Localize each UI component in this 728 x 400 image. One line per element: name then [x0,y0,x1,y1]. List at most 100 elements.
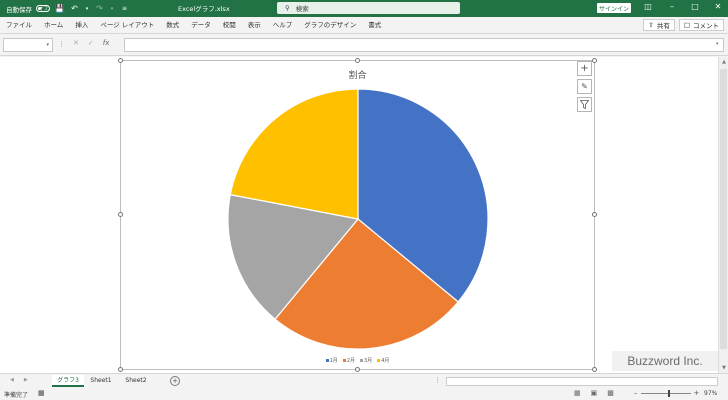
search-icon: ⚲ [285,4,290,12]
legend-item-3[interactable]: 3月 [360,357,372,364]
legend-item-4[interactable]: 4月 [377,357,389,364]
minimize-icon[interactable]: – [665,2,679,11]
status-bar: 準備完了 ▦ ▦ ▣ ▩ – + 97% [0,388,728,400]
chart-styles-button[interactable]: ✎ [577,79,592,94]
share-label: 共有 [656,22,670,30]
maximize-icon[interactable]: □ [688,2,702,11]
tab-formulas[interactable]: 数式 [160,17,185,34]
customize-quick-access-icon[interactable]: ≡ [119,5,130,12]
tab-review[interactable]: 校閲 [217,17,242,34]
search-box[interactable]: ⚲ 検索 [277,2,460,14]
chart-elements-button[interactable]: + [577,61,592,76]
resize-handle-left[interactable] [118,212,123,217]
close-icon[interactable]: ✕ [711,2,725,11]
name-box-dropdown-icon[interactable]: ▾ [46,42,49,48]
redo-dropdown-icon[interactable]: ▾ [109,6,115,12]
zoom-percent[interactable]: 97% [704,390,717,397]
tab-file[interactable]: ファイル [0,17,38,34]
chart-tools: + ✎ [577,61,592,112]
sheet-tab-sheet1[interactable]: Sheet1 [84,375,118,387]
legend-swatch [325,359,329,362]
resize-handle-bottom-left[interactable] [118,367,123,372]
vertical-scrollbar[interactable]: ▲ ▼ [718,57,728,373]
resize-handle-bottom-right[interactable] [592,367,597,372]
zoom-out-icon[interactable]: – [634,389,638,397]
sheet-tabs-bar: ◀ ▶ グラフ3 Sheet1 Sheet2 + ⋮ [0,373,728,388]
page-layout-view-icon[interactable]: ▣ [591,389,598,397]
title-bar: 自動保存 オフ 💾 ↶ ▾ ↷ ▾ ≡ Excelグラフ.xlsx ⚲ 検索 サ… [0,0,728,17]
scroll-down-icon[interactable]: ▼ [720,365,728,371]
cancel-icon[interactable]: ✕ [73,39,79,47]
resize-handle-top[interactable] [355,58,360,63]
tab-format[interactable]: 書式 [362,17,387,34]
legend-label: 3月 [364,358,373,364]
vertical-scroll-thumb[interactable] [720,69,727,349]
legend-item-1[interactable]: 1月 [325,357,338,364]
legend-swatch [342,359,346,362]
tab-help[interactable]: ヘルプ [267,17,299,34]
formula-bar: ▾ ⋮ ✕ ✓ fx ▾ [0,34,728,56]
add-sheet-button[interactable]: + [170,376,180,386]
comment-label: コメント [693,22,719,30]
sheet-tab-chart3[interactable]: グラフ3 [52,375,84,387]
resize-handle-top-right[interactable] [592,58,597,63]
signin-button[interactable]: サインイン [597,3,631,13]
formula-input[interactable] [124,38,724,52]
tab-split-grip-icon[interactable]: ⋮ [434,376,441,384]
redo-icon[interactable]: ↷ [94,4,105,13]
status-ready: 準備完了 [4,392,29,399]
autosave-label: 自動保存 [6,5,32,14]
file-name[interactable]: Excelグラフ.xlsx [178,3,230,13]
legend-label: 1月 [329,358,338,364]
ribbon-tabs: ファイル ホーム 挿入 ページ レイアウト 数式 データ 校閲 表示 ヘルプ グ… [0,17,728,34]
share-icon: ⇧ [648,21,654,29]
save-icon[interactable]: 💾 [54,4,65,13]
tab-home[interactable]: ホーム [38,17,69,34]
next-sheet-icon[interactable]: ▶ [24,377,28,383]
resize-handle-right[interactable] [592,212,597,217]
tab-data[interactable]: データ [185,17,217,34]
page-break-view-icon[interactable]: ▩ [607,389,614,397]
horizontal-scrollbar[interactable] [446,377,718,386]
undo-dropdown-icon[interactable]: ▾ [84,6,90,12]
zoom-slider-thumb[interactable] [667,389,670,397]
resize-handle-top-left[interactable] [118,58,123,63]
chart-area[interactable]: 割合 1月 2月 3月 4月 [120,60,595,370]
accessibility-icon[interactable]: ▦ [38,389,45,397]
legend-label: 2月 [346,358,355,364]
expand-formula-bar-icon[interactable]: ▾ [716,41,719,47]
comment-icon: □ [683,21,690,29]
legend-label: 4月 [381,358,390,364]
formula-bar-grip-icon[interactable]: ⋮ [58,40,65,48]
scroll-up-icon[interactable]: ▲ [720,59,728,65]
search-placeholder: 検索 [295,5,309,13]
insert-function-icon[interactable]: fx [103,39,110,47]
tab-chart-design[interactable]: グラフのデザイン [298,17,362,34]
comment-button[interactable]: □ コメント [678,19,724,31]
brush-icon: ✎ [581,82,588,91]
share-button[interactable]: ⇧ 共有 [643,19,675,31]
resize-handle-bottom[interactable] [355,367,360,372]
name-box[interactable]: ▾ [3,38,53,52]
sheet-tab-sheet2[interactable]: Sheet2 [118,375,154,387]
zoom-in-icon[interactable]: + [694,389,700,397]
filter-icon [580,100,589,109]
legend-swatch [377,359,381,362]
enter-icon[interactable]: ✓ [88,39,94,47]
ribbon-display-options-icon[interactable]: ◫ [641,2,655,11]
chart-legend[interactable]: 1月 2月 3月 4月 [121,357,594,364]
prev-sheet-icon[interactable]: ◀ [10,377,14,383]
zoom-slider[interactable] [640,389,691,397]
autosave-toggle[interactable]: オフ [36,5,50,12]
tab-view[interactable]: 表示 [242,17,267,34]
legend-swatch [360,359,363,362]
tab-page-layout[interactable]: ページ レイアウト [94,17,160,34]
legend-item-2[interactable]: 2月 [342,357,355,364]
normal-view-icon[interactable]: ▦ [574,389,581,397]
tab-insert[interactable]: 挿入 [69,17,94,34]
chart-filters-button[interactable] [577,97,592,112]
plus-icon: + [580,63,589,74]
undo-icon[interactable]: ↶ [69,4,80,13]
pie-chart[interactable] [121,61,596,371]
watermark: Buzzword Inc. [612,351,718,371]
